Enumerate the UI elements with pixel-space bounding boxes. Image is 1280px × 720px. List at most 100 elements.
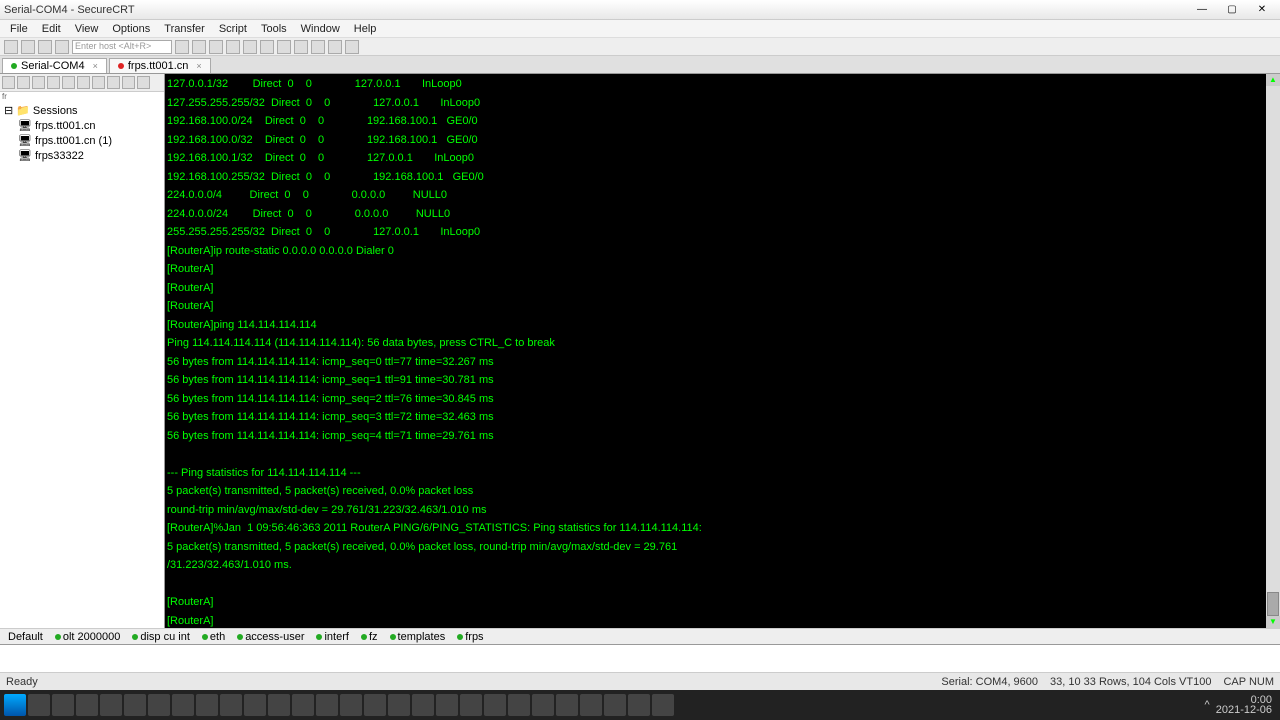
taskbar-app-icon[interactable] [172,694,194,716]
btnbar-item[interactable]: frps [453,631,487,643]
taskbar-app-icon[interactable] [124,694,146,716]
toolbar-icon[interactable] [243,40,257,54]
taskbar-app-icon[interactable] [628,694,650,716]
sidebar-tool-icon[interactable] [62,76,75,89]
taskbar-app-icon[interactable] [52,694,74,716]
taskbar-app-icon[interactable] [652,694,674,716]
taskbar-app-icon[interactable] [484,694,506,716]
status-connection: Serial: COM4, 9600 [941,676,1038,688]
tree-item[interactable]: 🖥 frps.tt001.cn [2,118,162,133]
menu-edit[interactable]: Edit [36,21,67,37]
taskbar-app-icon[interactable] [316,694,338,716]
maximize-button[interactable]: ▢ [1218,2,1246,18]
taskbar-app-icon[interactable] [340,694,362,716]
status-position: 33, 10 33 Rows, 104 Cols VT100 [1050,676,1211,688]
toolbar-icon[interactable] [21,40,35,54]
tab-close-icon[interactable]: × [196,61,201,71]
btnbar-item[interactable]: interf [312,631,352,643]
window-title: Serial-COM4 - SecureCRT [4,4,1188,16]
taskbar-app-icon[interactable] [532,694,554,716]
sidebar-tool-icon[interactable] [122,76,135,89]
taskbar-app-icon[interactable] [604,694,626,716]
toolbar-icon[interactable] [226,40,240,54]
expand-icon[interactable]: ⊟ [4,104,13,117]
taskbar-app-icon[interactable] [556,694,578,716]
menu-help[interactable]: Help [348,21,383,37]
toolbar-icon[interactable] [55,40,69,54]
taskbar-app-icon[interactable] [244,694,266,716]
sidebar-tool-icon[interactable] [77,76,90,89]
menu-view[interactable]: View [69,21,105,37]
vertical-scrollbar[interactable]: ▲ ▼ [1266,74,1280,628]
toolbar-icon[interactable] [38,40,52,54]
sidebar-tool-icon[interactable] [17,76,30,89]
taskbar-app-icon[interactable] [100,694,122,716]
taskbar-app-icon[interactable] [148,694,170,716]
btnbar-item[interactable]: olt 2000000 [51,631,125,643]
tab-close-icon[interactable]: × [93,61,98,71]
sidebar-tool-icon[interactable] [137,76,150,89]
command-pane[interactable] [0,644,1280,672]
tab-serial-com4[interactable]: Serial-COM4 × [2,58,107,73]
taskbar-app-icon[interactable] [364,694,386,716]
taskbar-app-icon[interactable] [580,694,602,716]
btnbar-item[interactable]: disp cu int [128,631,194,643]
scroll-thumb[interactable] [1267,592,1279,616]
toolbar-icon[interactable] [311,40,325,54]
sidebar-tool-icon[interactable] [107,76,120,89]
sidebar-tool-icon[interactable] [32,76,45,89]
tree-item-label: frps.tt001.cn [35,120,96,132]
toolbar-icon[interactable] [277,40,291,54]
menu-window[interactable]: Window [295,21,346,37]
menu-file[interactable]: File [4,21,34,37]
scroll-down-icon[interactable]: ▼ [1266,616,1280,628]
tree-item-label: frps33322 [35,150,84,162]
sidebar-filter[interactable]: fr [0,92,164,101]
menu-script[interactable]: Script [213,21,253,37]
system-tray[interactable]: ^ 0:00 2021-12-06 [1205,695,1276,715]
toolbar-icon[interactable] [175,40,189,54]
menu-options[interactable]: Options [106,21,156,37]
toolbar-icon[interactable] [192,40,206,54]
sidebar-tool-icon[interactable] [92,76,105,89]
minimize-button[interactable]: — [1188,2,1216,18]
close-button[interactable]: ✕ [1248,2,1276,18]
taskbar-clock[interactable]: 0:00 2021-12-06 [1216,695,1276,715]
taskbar-app-icon[interactable] [268,694,290,716]
tree-item[interactable]: 🖥 frps33322 [2,148,162,163]
sidebar-tool-icon[interactable] [2,76,15,89]
toolbar-icon[interactable] [260,40,274,54]
toolbar-icon[interactable] [328,40,342,54]
taskbar-app-icon[interactable] [436,694,458,716]
tab-frps[interactable]: frps.tt001.cn × [109,58,211,73]
taskbar-app-icon[interactable] [292,694,314,716]
tree-item[interactable]: 🖥 frps.tt001.cn (1) [2,133,162,148]
btnbar-item[interactable]: templates [386,631,450,643]
toolbar-icon[interactable] [4,40,18,54]
toolbar-icon[interactable] [209,40,223,54]
btnbar-item[interactable]: access-user [233,631,308,643]
taskbar-app-icon[interactable] [508,694,530,716]
btnbar-item[interactable]: fz [357,631,382,643]
start-button[interactable] [4,694,26,716]
taskbar-app-icon[interactable] [412,694,434,716]
terminal-pane[interactable]: 127.0.0.1/32 Direct 0 0 127.0.0.1 InLoop… [165,74,1280,628]
menu-transfer[interactable]: Transfer [158,21,211,37]
btnbar-item[interactable]: eth [198,631,229,643]
taskbar-app-icon[interactable] [460,694,482,716]
taskbar-app-icon[interactable] [196,694,218,716]
taskbar-app-icon[interactable] [388,694,410,716]
host-input[interactable]: Enter host <Alt+R> [72,40,172,54]
taskbar-app-icon[interactable] [28,694,50,716]
sidebar-tool-icon[interactable] [47,76,60,89]
taskbar-app-icon[interactable] [220,694,242,716]
tree-root[interactable]: ⊟ 📁 Sessions [2,103,162,118]
scroll-up-icon[interactable]: ▲ [1266,74,1280,86]
toolbar-icon[interactable] [294,40,308,54]
menu-tools[interactable]: Tools [255,21,293,37]
tray-chevron-icon[interactable]: ^ [1205,699,1210,711]
session-icon: 🖥 [18,149,32,162]
toolbar-icon[interactable] [345,40,359,54]
taskbar-app-icon[interactable] [76,694,98,716]
btnbar-default[interactable]: Default [4,631,47,643]
